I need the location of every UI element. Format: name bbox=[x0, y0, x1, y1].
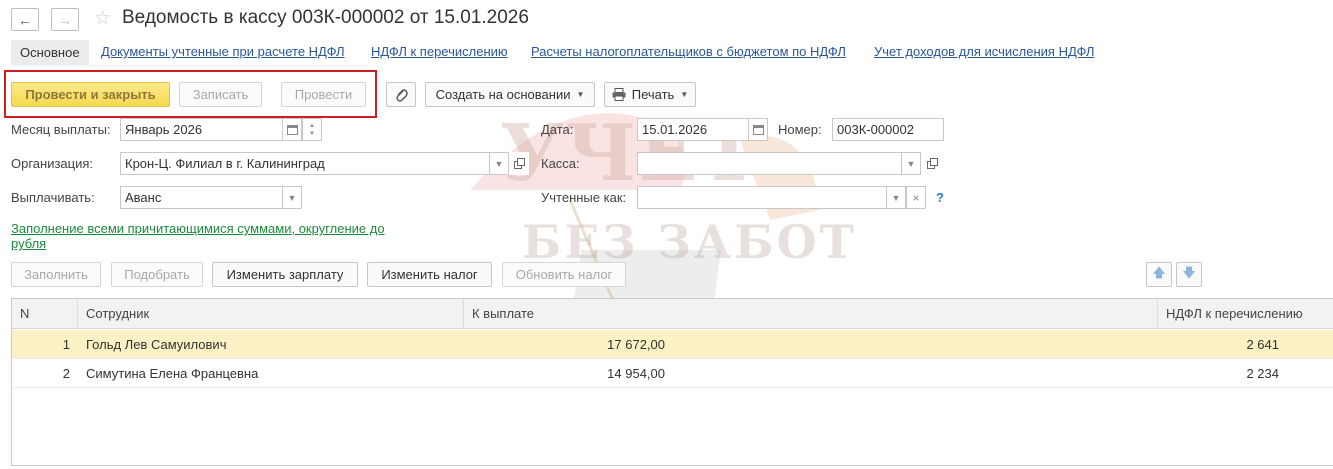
arrow-up-icon: 🡅 bbox=[1152, 264, 1166, 280]
fill-button[interactable]: Заполнить bbox=[11, 262, 101, 287]
star-icon[interactable]: ☆ bbox=[94, 8, 111, 30]
number-label: Номер: bbox=[778, 122, 822, 137]
page-title: Ведомость в кассу 003К-000002 от 15.01.2… bbox=[122, 7, 529, 28]
pay-label: Выплачивать: bbox=[11, 190, 95, 205]
column-header-tax[interactable]: НДФЛ к перечислению bbox=[1158, 299, 1333, 329]
create-based-on-button[interactable]: Создать на основании ▼ bbox=[425, 82, 595, 107]
column-header-payout[interactable]: К выплате bbox=[464, 299, 1158, 329]
back-button[interactable]: ← bbox=[11, 8, 39, 31]
cash-dropdown-button[interactable]: ▼ bbox=[901, 152, 921, 175]
row-number: 2 bbox=[62, 366, 70, 381]
accounted-dropdown-button[interactable]: ▼ bbox=[886, 186, 906, 209]
cash-label: Касса: bbox=[541, 156, 580, 171]
column-header-n[interactable]: N bbox=[12, 299, 78, 329]
arrow-right-icon: → bbox=[58, 11, 72, 28]
open-form-icon bbox=[926, 158, 938, 169]
arrow-down-icon: 🡇 bbox=[1182, 264, 1196, 280]
tab-income-accounting[interactable]: Учет доходов для исчисления НДФЛ bbox=[874, 44, 1094, 59]
pay-dropdown-button[interactable]: ▼ bbox=[282, 186, 302, 209]
calendar-button[interactable] bbox=[282, 118, 302, 141]
accounted-label: Учтенные как: bbox=[541, 190, 627, 205]
organization-open-button[interactable] bbox=[509, 152, 529, 175]
employees-table: N Сотрудник К выплате НДФЛ к перечислени… bbox=[11, 298, 1333, 466]
watermark-text-2: БЕЗ ЗАБОТ bbox=[522, 215, 857, 269]
organization-dropdown-button[interactable]: ▼ bbox=[489, 152, 509, 175]
post-and-close-button[interactable]: Провести и закрыть bbox=[11, 82, 170, 107]
chevron-down-icon: ▼ bbox=[576, 90, 585, 99]
date-calendar-button[interactable] bbox=[748, 118, 768, 141]
create-based-on-label: Создать на основании bbox=[435, 87, 571, 102]
payout-amount: 14 954,00 bbox=[607, 366, 665, 381]
tab-ndfl-transfer[interactable]: НДФЛ к перечислению bbox=[371, 44, 508, 59]
chevron-down-icon: ▼ bbox=[287, 192, 297, 203]
table-row[interactable]: 2 Симутина Елена Францевна 14 954,00 2 2… bbox=[12, 359, 1333, 388]
move-down-button[interactable]: 🡇 bbox=[1176, 262, 1202, 287]
tax-amount: 2 641 bbox=[1246, 337, 1279, 352]
help-icon[interactable]: ? bbox=[936, 190, 944, 205]
save-button[interactable]: Записать bbox=[179, 82, 262, 107]
organization-input[interactable]: Крон-Ц. Филиал в г. Калининград bbox=[120, 152, 490, 175]
spin-up-icon: ▲ bbox=[309, 122, 315, 129]
print-button[interactable]: Печать ▼ bbox=[604, 82, 696, 107]
date-input[interactable]: 15.01.2026 bbox=[637, 118, 749, 141]
employee-name: Симутина Елена Францевна bbox=[86, 366, 259, 381]
organization-label: Организация: bbox=[11, 156, 94, 171]
month-label: Месяц выплаты: bbox=[11, 122, 111, 137]
date-label: Дата: bbox=[541, 122, 574, 137]
fill-rounding-link[interactable]: Заполнение всеми причитающимися суммами,… bbox=[11, 221, 411, 251]
chevron-down-icon: ▼ bbox=[494, 158, 504, 169]
post-button[interactable]: Провести bbox=[281, 82, 366, 107]
open-form-icon bbox=[513, 158, 525, 169]
tab-taxpayer-settlements[interactable]: Расчеты налогоплательщиков с бюджетом по… bbox=[531, 44, 846, 59]
accounted-clear-button[interactable]: × bbox=[906, 186, 926, 209]
tab-accounted-documents[interactable]: Документы учтенные при расчете НДФЛ bbox=[101, 44, 345, 59]
cash-open-button[interactable] bbox=[922, 152, 942, 175]
close-icon: × bbox=[912, 190, 920, 205]
attach-button[interactable] bbox=[386, 82, 416, 107]
chevron-down-icon: ▼ bbox=[906, 158, 916, 169]
row-number: 1 bbox=[62, 337, 70, 352]
calendar-icon bbox=[752, 125, 764, 135]
employee-name: Гольд Лев Самуилович bbox=[86, 337, 227, 352]
arrow-left-icon: ← bbox=[18, 11, 32, 28]
column-header-employee[interactable]: Сотрудник bbox=[78, 299, 464, 329]
cash-input[interactable] bbox=[637, 152, 902, 175]
select-button[interactable]: Подобрать bbox=[111, 262, 203, 287]
chevron-down-icon: ▼ bbox=[680, 90, 689, 99]
printer-icon bbox=[612, 88, 626, 101]
print-label: Печать bbox=[631, 87, 675, 102]
change-tax-button[interactable]: Изменить налог bbox=[367, 262, 492, 287]
move-up-button[interactable]: 🡅 bbox=[1146, 262, 1172, 287]
table-row[interactable]: 1 Гольд Лев Самуилович 17 672,00 2 641 bbox=[12, 330, 1333, 359]
forward-button[interactable]: → bbox=[51, 8, 79, 31]
spin-down-icon: ▼ bbox=[309, 130, 315, 137]
tab-main[interactable]: Основное bbox=[11, 40, 89, 65]
table-header: N Сотрудник К выплате НДФЛ к перечислени… bbox=[12, 299, 1333, 329]
change-salary-button[interactable]: Изменить зарплату bbox=[212, 262, 358, 287]
tax-amount: 2 234 bbox=[1246, 366, 1279, 381]
pay-input[interactable]: Аванс bbox=[120, 186, 283, 209]
refresh-tax-button[interactable]: Обновить налог bbox=[502, 262, 626, 287]
paperclip-icon bbox=[396, 88, 408, 102]
payout-amount: 17 672,00 bbox=[607, 337, 665, 352]
month-spinner[interactable]: ▲ ▼ bbox=[302, 118, 322, 141]
chevron-down-icon: ▼ bbox=[891, 192, 901, 203]
number-input[interactable]: 003К-000002 bbox=[832, 118, 944, 141]
month-input[interactable]: Январь 2026 bbox=[120, 118, 283, 141]
calendar-icon bbox=[286, 125, 298, 135]
accounted-input[interactable] bbox=[637, 186, 887, 209]
